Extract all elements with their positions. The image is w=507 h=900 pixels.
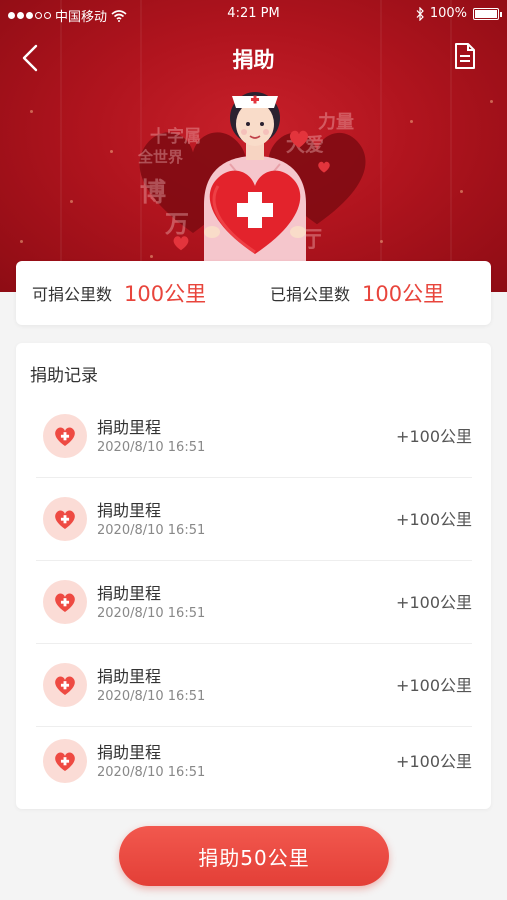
mileage-stats-card: 可捐公里数 100公里 已捐公里数 100公里 xyxy=(16,261,491,325)
record-title: 捐助里程 xyxy=(97,743,162,762)
heart-cross-icon xyxy=(43,414,87,458)
small-heart-icon xyxy=(173,236,189,251)
battery-percent: 100% xyxy=(429,6,467,21)
record-amount: +100公里 xyxy=(396,676,472,695)
page-title: 捐助 xyxy=(232,48,275,72)
record-time: 2020/8/10 16:51 xyxy=(97,440,206,455)
nav-bar: 捐助 xyxy=(0,30,507,86)
heart-cross-icon xyxy=(43,497,87,541)
record-amount: +100公里 xyxy=(396,510,472,529)
record-time: 2020/8/10 16:51 xyxy=(97,689,206,704)
list-item: 捐助里程 2020/8/10 16:51 +100公里 xyxy=(36,644,472,727)
donation-records-card: 捐助记录 捐助里程 2020/8/10 16:51 +100公里 捐助里程 20… xyxy=(16,343,491,809)
donated-value: 100公里 xyxy=(362,282,445,306)
record-title: 捐助里程 xyxy=(97,418,162,437)
record-title: 捐助里程 xyxy=(97,501,162,520)
hero-text: 全世界 xyxy=(138,148,184,166)
record-amount: +100公里 xyxy=(396,752,472,771)
record-time: 2020/8/10 16:51 xyxy=(97,765,206,780)
record-title: 捐助里程 xyxy=(97,584,162,603)
donated-label: 已捐公里数 xyxy=(270,285,351,304)
record-amount: +100公里 xyxy=(396,593,472,612)
hero-text: 博 xyxy=(140,178,167,208)
document-icon xyxy=(455,43,475,69)
bluetooth-icon xyxy=(416,6,424,21)
available-label: 可捐公里数 xyxy=(32,285,113,304)
available-mileage: 可捐公里数 100公里 xyxy=(32,261,206,325)
heart-cross-icon xyxy=(43,663,87,707)
available-value: 100公里 xyxy=(124,282,207,306)
heart-cross-icon xyxy=(43,580,87,624)
donated-mileage: 已捐公里数 100公里 xyxy=(270,261,444,325)
hero-text: 力量 xyxy=(318,112,354,133)
heart-cross-icon xyxy=(43,739,87,783)
record-title: 捐助里程 xyxy=(97,667,162,686)
list-item: 捐助里程 2020/8/10 16:51 +100公里 xyxy=(36,478,472,561)
record-time: 2020/8/10 16:51 xyxy=(97,523,206,538)
record-amount: +100公里 xyxy=(396,427,472,446)
status-bar: 中国移动 4:21 PM 100% xyxy=(0,0,507,30)
battery-icon xyxy=(473,7,502,20)
record-time: 2020/8/10 16:51 xyxy=(97,606,206,621)
records-title: 捐助记录 xyxy=(30,366,98,386)
nurse-illustration xyxy=(204,92,306,264)
list-item: 捐助里程 2020/8/10 16:51 +100公里 xyxy=(36,561,472,644)
donate-button[interactable]: 捐助50公里 xyxy=(119,826,389,886)
list-item: 捐助里程 2020/8/10 16:51 +100公里 xyxy=(36,720,472,803)
records-document-button[interactable] xyxy=(453,42,481,74)
list-item: 捐助里程 2020/8/10 16:51 +100公里 xyxy=(36,395,472,478)
